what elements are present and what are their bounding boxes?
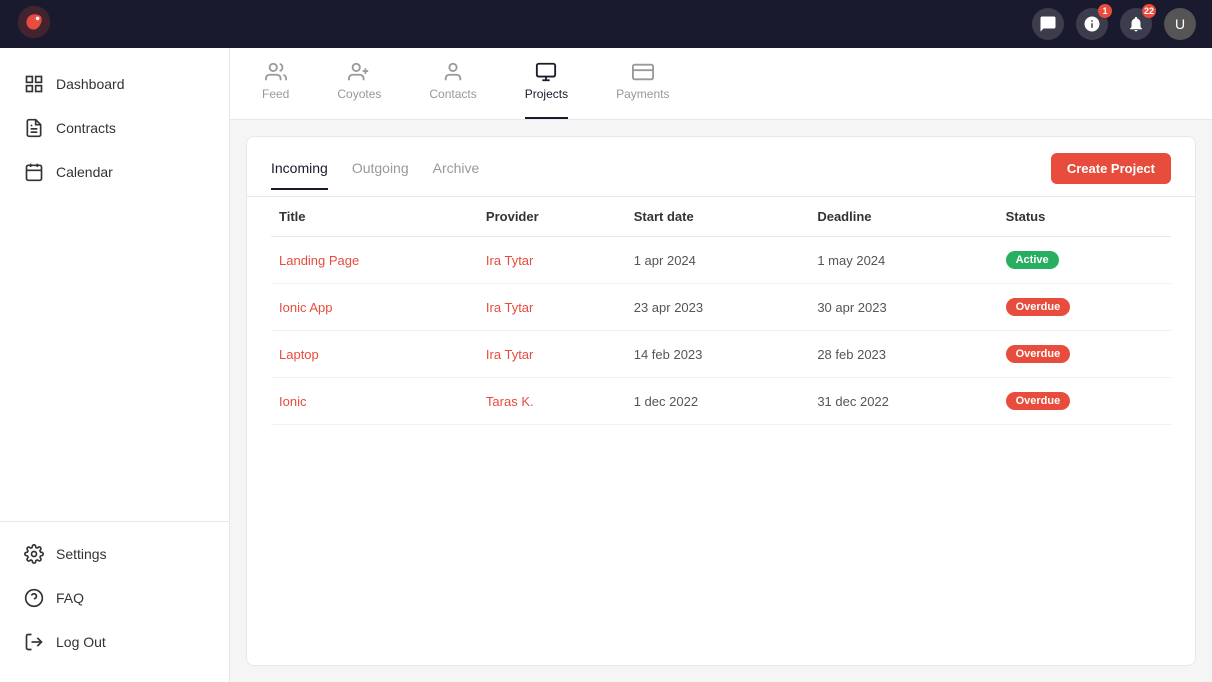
contacts-tab-icon: [442, 61, 464, 83]
cell-deadline-2: 28 feb 2023: [809, 331, 997, 378]
sidebar-nav: Dashboard Contracts Calendar: [0, 64, 229, 513]
coyotes-tab-icon: [348, 61, 370, 83]
cell-deadline-1: 30 apr 2023: [809, 284, 997, 331]
dashboard-icon: [24, 74, 44, 94]
sidebar-bottom: Settings FAQ Log Out: [0, 521, 229, 666]
cell-start-date-0: 1 apr 2024: [626, 237, 810, 284]
cell-start-date-1: 23 apr 2023: [626, 284, 810, 331]
project-title-link-2[interactable]: Laptop: [279, 347, 319, 362]
col-title: Title: [271, 197, 478, 237]
cell-start-date-3: 1 dec 2022: [626, 378, 810, 425]
tab-feed-label: Feed: [262, 87, 289, 101]
sidebar-item-calendar[interactable]: Calendar: [12, 152, 217, 192]
sidebar-item-contracts-label: Contracts: [56, 120, 116, 136]
main-layout: Dashboard Contracts Calendar Setti: [0, 48, 1212, 682]
status-badge-3: Overdue: [1006, 392, 1071, 410]
tab-payments-label: Payments: [616, 87, 669, 101]
message-icon-button[interactable]: 1: [1076, 8, 1108, 40]
cell-title-2: Laptop: [271, 331, 478, 378]
table-body: Landing Page Ira Tytar 1 apr 2024 1 may …: [271, 237, 1171, 425]
feed-tab-icon: [265, 61, 287, 83]
status-badge-2: Overdue: [1006, 345, 1071, 363]
sidebar-item-calendar-label: Calendar: [56, 164, 113, 180]
project-title-link-1[interactable]: Ionic App: [279, 300, 333, 315]
project-title-link-3[interactable]: Ionic: [279, 394, 306, 409]
tab-coyotes[interactable]: Coyotes: [337, 48, 381, 119]
cell-title-0: Landing Page: [271, 237, 478, 284]
cell-deadline-3: 31 dec 2022: [809, 378, 997, 425]
project-provider-link-3[interactable]: Taras K.: [486, 394, 534, 409]
tab-projects-label: Projects: [525, 87, 568, 101]
projects-tab-icon: [535, 61, 557, 83]
create-project-button[interactable]: Create Project: [1051, 153, 1171, 184]
sidebar-item-dashboard-label: Dashboard: [56, 76, 125, 92]
sidebar-item-logout[interactable]: Log Out: [12, 622, 217, 662]
tab-payments[interactable]: Payments: [616, 48, 669, 119]
faq-icon: [24, 588, 44, 608]
tab-bar: Feed Coyotes Contacts Projects: [230, 48, 1212, 120]
cell-provider-2: Ira Tytar: [478, 331, 626, 378]
table-row: Landing Page Ira Tytar 1 apr 2024 1 may …: [271, 237, 1171, 284]
tab-feed[interactable]: Feed: [262, 48, 289, 119]
sub-tab-archive[interactable]: Archive: [433, 160, 480, 190]
tab-contacts[interactable]: Contacts: [429, 48, 476, 119]
col-provider: Provider: [478, 197, 626, 237]
sub-tabs: Incoming Outgoing Archive Create Project: [247, 137, 1195, 197]
page-content: Incoming Outgoing Archive Create Project…: [246, 136, 1196, 666]
col-deadline: Deadline: [809, 197, 997, 237]
tab-coyotes-label: Coyotes: [337, 87, 381, 101]
calendar-icon: [24, 162, 44, 182]
logout-icon: [24, 632, 44, 652]
sidebar-item-settings-label: Settings: [56, 546, 107, 562]
cell-provider-0: Ira Tytar: [478, 237, 626, 284]
projects-table: Title Provider Start date Deadline Statu…: [271, 197, 1171, 425]
sub-tab-outgoing[interactable]: Outgoing: [352, 160, 409, 190]
project-provider-link-2[interactable]: Ira Tytar: [486, 347, 533, 362]
logo: [16, 4, 52, 45]
status-badge-1: Overdue: [1006, 298, 1071, 316]
col-start-date: Start date: [626, 197, 810, 237]
content-area: Feed Coyotes Contacts Projects: [230, 48, 1212, 682]
sidebar-item-contracts[interactable]: Contracts: [12, 108, 217, 148]
sidebar-item-logout-label: Log Out: [56, 634, 106, 650]
project-provider-link-1[interactable]: Ira Tytar: [486, 300, 533, 315]
status-badge-0: Active: [1006, 251, 1059, 269]
avatar[interactable]: U: [1164, 8, 1196, 40]
cell-deadline-0: 1 may 2024: [809, 237, 997, 284]
cell-start-date-2: 14 feb 2023: [626, 331, 810, 378]
cell-title-1: Ionic App: [271, 284, 478, 331]
table-row: Laptop Ira Tytar 14 feb 2023 28 feb 2023…: [271, 331, 1171, 378]
settings-icon: [24, 544, 44, 564]
col-status: Status: [998, 197, 1171, 237]
project-provider-link-0[interactable]: Ira Tytar: [486, 253, 533, 268]
cell-title-3: Ionic: [271, 378, 478, 425]
bell-icon-button[interactable]: 22: [1120, 8, 1152, 40]
sidebar: Dashboard Contracts Calendar Setti: [0, 48, 230, 682]
project-title-link-0[interactable]: Landing Page: [279, 253, 359, 268]
contracts-icon: [24, 118, 44, 138]
sidebar-item-dashboard[interactable]: Dashboard: [12, 64, 217, 104]
payments-tab-icon: [632, 61, 654, 83]
message-badge: 1: [1098, 4, 1112, 18]
tab-contacts-label: Contacts: [429, 87, 476, 101]
projects-table-container: Title Provider Start date Deadline Statu…: [247, 197, 1195, 665]
cell-status-3: Overdue: [998, 378, 1171, 425]
topbar: 1 22 U: [0, 0, 1212, 48]
table-row: Ionic App Ira Tytar 23 apr 2023 30 apr 2…: [271, 284, 1171, 331]
sidebar-item-settings[interactable]: Settings: [12, 534, 217, 574]
cell-provider-1: Ira Tytar: [478, 284, 626, 331]
cell-provider-3: Taras K.: [478, 378, 626, 425]
cell-status-2: Overdue: [998, 331, 1171, 378]
cell-status-1: Overdue: [998, 284, 1171, 331]
topbar-right: 1 22 U: [1032, 8, 1196, 40]
sidebar-item-faq-label: FAQ: [56, 590, 84, 606]
table-header: Title Provider Start date Deadline Statu…: [271, 197, 1171, 237]
bell-badge: 22: [1142, 4, 1156, 18]
table-row: Ionic Taras K. 1 dec 2022 31 dec 2022 Ov…: [271, 378, 1171, 425]
tab-projects[interactable]: Projects: [525, 48, 568, 119]
chat-icon-button[interactable]: [1032, 8, 1064, 40]
cell-status-0: Active: [998, 237, 1171, 284]
sidebar-item-faq[interactable]: FAQ: [12, 578, 217, 618]
sub-tab-incoming[interactable]: Incoming: [271, 160, 328, 190]
